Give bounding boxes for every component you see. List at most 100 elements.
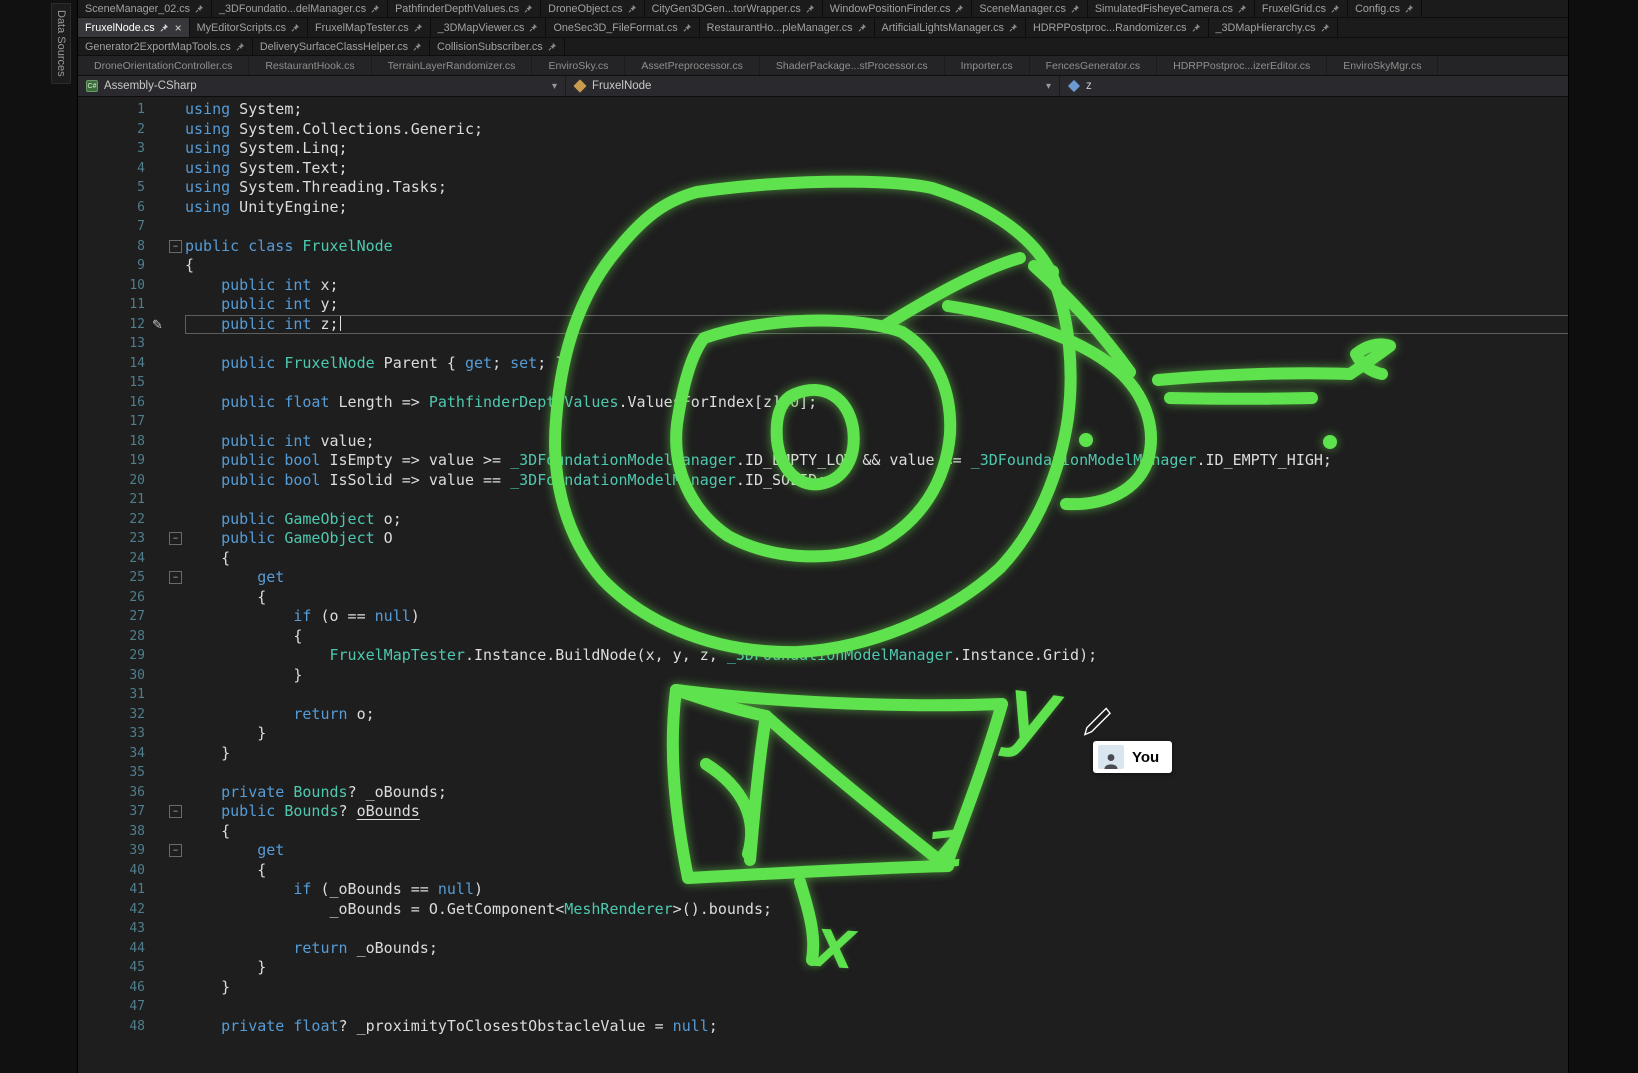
code-line-14[interactable]: 14 public FruxelNode Parent { get; set; …	[78, 354, 1638, 374]
code-line-48[interactable]: 48 private float? _proximityToClosestObs…	[78, 1017, 1638, 1037]
code-line-40[interactable]: 40 {	[78, 861, 1638, 881]
tab-hdrppostproc-izereditor-cs[interactable]: HDRPPostproc...izerEditor.cs	[1157, 56, 1327, 75]
code-line-32[interactable]: 32 return o;	[78, 705, 1638, 725]
code-token: x;	[311, 276, 338, 294]
tab-envirosky-cs[interactable]: EnviroSky.cs	[532, 56, 625, 75]
code-line-42[interactable]: 42 _oBounds = O.GetComponent<MeshRendere…	[78, 900, 1638, 920]
code-line-5[interactable]: 5using System.Threading.Tasks;	[78, 178, 1638, 198]
code-line-8[interactable]: 8−public class FruxelNode	[78, 237, 1638, 257]
gutter-margin	[152, 919, 185, 939]
fold-collapse-icon[interactable]: −	[169, 844, 182, 857]
code-line-16[interactable]: 16 public float Length => PathfinderDept…	[78, 393, 1638, 413]
code-line-43[interactable]: 43	[78, 919, 1638, 939]
tab--3dfoundatio-delmanager-cs[interactable]: _3DFoundatio...delManager.cs	[212, 0, 388, 17]
code-line-26[interactable]: 26 {	[78, 588, 1638, 608]
tab-fruxelnode-cs[interactable]: FruxelNode.cs×	[78, 18, 190, 37]
tab-deliverysurfaceclasshelper-cs[interactable]: DeliverySurfaceClassHelper.cs	[253, 38, 430, 55]
tab-myeditorscripts-cs[interactable]: MyEditorScripts.cs	[190, 18, 308, 37]
code-line-12[interactable]: 12✎ public int z;	[78, 315, 1638, 335]
code-line-25[interactable]: 25− get	[78, 568, 1638, 588]
tab-restauranthook-cs[interactable]: RestaurantHook.cs	[249, 56, 371, 75]
code-line-18[interactable]: 18 public int value;	[78, 432, 1638, 452]
tab-windowpositionfinder-cs[interactable]: WindowPositionFinder.cs	[823, 0, 973, 17]
code-line-28[interactable]: 28 {	[78, 627, 1638, 647]
code-line-31[interactable]: 31	[78, 685, 1638, 705]
line-number: 2	[78, 120, 152, 140]
tab-fruxelmaptester-cs[interactable]: FruxelMapTester.cs	[308, 18, 431, 37]
code-line-15[interactable]: 15	[78, 373, 1638, 393]
code-line-9[interactable]: 9{	[78, 256, 1638, 276]
code-line-23[interactable]: 23− public GameObject O	[78, 529, 1638, 549]
code-line-45[interactable]: 45 }	[78, 958, 1638, 978]
tab--3dmapviewer-cs[interactable]: _3DMapViewer.cs	[431, 18, 547, 37]
code-line-27[interactable]: 27 if (o == null)	[78, 607, 1638, 627]
code-line-30[interactable]: 30 }	[78, 666, 1638, 686]
code-line-41[interactable]: 41 if (_oBounds == null)	[78, 880, 1638, 900]
code-line-38[interactable]: 38 {	[78, 822, 1638, 842]
tab-restaurantho-plemanager-cs[interactable]: RestaurantHo...pleManager.cs	[700, 18, 875, 37]
code-line-35[interactable]: 35	[78, 763, 1638, 783]
code-line-10[interactable]: 10 public int x;	[78, 276, 1638, 296]
code-line-4[interactable]: 4using System.Text;	[78, 159, 1638, 179]
tab-config-cs[interactable]: Config.cs	[1348, 0, 1422, 17]
code-line-37[interactable]: 37− public Bounds? oBounds	[78, 802, 1638, 822]
pin-icon	[195, 3, 204, 14]
code-line-3[interactable]: 3using System.Linq;	[78, 139, 1638, 159]
tab--3dmaphierarchy-cs[interactable]: _3DMapHierarchy.cs	[1209, 18, 1338, 37]
tab-assetpreprocessor-cs[interactable]: AssetPreprocessor.cs	[625, 56, 760, 75]
code-editor[interactable]: 1using System;2using System.Collections.…	[78, 97, 1638, 1073]
type-dropdown[interactable]: FruxelNode ▾	[566, 76, 1060, 96]
fold-collapse-icon[interactable]: −	[169, 805, 182, 818]
code-line-1[interactable]: 1using System;	[78, 100, 1638, 120]
code-line-34[interactable]: 34 }	[78, 744, 1638, 764]
code-text	[185, 763, 1638, 783]
code-line-21[interactable]: 21	[78, 490, 1638, 510]
tab-onesec3d-fileformat-cs[interactable]: OneSec3D_FileFormat.cs	[546, 18, 699, 37]
code-line-36[interactable]: 36 private Bounds? _oBounds;	[78, 783, 1638, 803]
code-line-47[interactable]: 47	[78, 997, 1638, 1017]
fold-collapse-icon[interactable]: −	[169, 532, 182, 545]
code-line-19[interactable]: 19 public bool IsEmpty => value >= _3DFo…	[78, 451, 1638, 471]
member-dropdown[interactable]: z	[1060, 76, 1638, 96]
close-icon[interactable]: ×	[175, 22, 182, 34]
tab-collisionsubscriber-cs[interactable]: CollisionSubscriber.cs	[430, 38, 565, 55]
code-line-29[interactable]: 29 FruxelMapTester.Instance.BuildNode(x,…	[78, 646, 1638, 666]
tab-hdrppostproc-randomizer-cs[interactable]: HDRPPostproc...Randomizer.cs	[1026, 18, 1209, 37]
code-line-22[interactable]: 22 public GameObject o;	[78, 510, 1638, 530]
code-line-24[interactable]: 24 {	[78, 549, 1638, 569]
code-line-17[interactable]: 17	[78, 412, 1638, 432]
code-line-20[interactable]: 20 public bool IsSolid => value == _3DFo…	[78, 471, 1638, 491]
tab-fencesgenerator-cs[interactable]: FencesGenerator.cs	[1030, 56, 1158, 75]
fold-collapse-icon[interactable]: −	[169, 571, 182, 584]
code-token: UnityEngine;	[230, 198, 347, 216]
tab-scenemanager-cs[interactable]: SceneManager.cs	[972, 0, 1087, 17]
code-token: _3DFoundationModelManager	[510, 451, 736, 469]
code-line-2[interactable]: 2using System.Collections.Generic;	[78, 120, 1638, 140]
tab-citygen3dgen-torwrapper-cs[interactable]: CityGen3DGen...torWrapper.cs	[645, 0, 823, 17]
code-line-44[interactable]: 44 return _oBounds;	[78, 939, 1638, 959]
fold-collapse-icon[interactable]: −	[169, 240, 182, 253]
tab-importer-cs[interactable]: Importer.cs	[945, 56, 1030, 75]
tab-fruxelgrid-cs[interactable]: FruxelGrid.cs	[1255, 0, 1348, 17]
tab-shaderpackage-stprocessor-cs[interactable]: ShaderPackage...stProcessor.cs	[760, 56, 945, 75]
project-dropdown[interactable]: C# Assembly-CSharp ▾	[78, 76, 566, 96]
tab-artificiallightsmanager-cs[interactable]: ArtificialLightsManager.cs	[875, 18, 1026, 37]
tab-simulatedfisheyecamera-cs[interactable]: SimulatedFisheyeCamera.cs	[1088, 0, 1255, 17]
code-line-33[interactable]: 33 }	[78, 724, 1638, 744]
tab-generator2exportmaptools-cs[interactable]: Generator2ExportMapTools.cs	[78, 38, 253, 55]
code-line-6[interactable]: 6using UnityEngine;	[78, 198, 1638, 218]
code-line-7[interactable]: 7	[78, 217, 1638, 237]
tab-enviroskymgr-cs[interactable]: EnviroSkyMgr.cs	[1327, 56, 1438, 75]
code-line-13[interactable]: 13	[78, 334, 1638, 354]
tab-pathfinderdepthvalues-cs[interactable]: PathfinderDepthValues.cs	[388, 0, 541, 17]
code-line-39[interactable]: 39− get	[78, 841, 1638, 861]
code-line-46[interactable]: 46 }	[78, 978, 1638, 998]
tab-label: DroneOrientationController.cs	[94, 60, 232, 72]
tab-scenemanager-02-cs[interactable]: SceneManager_02.cs	[78, 0, 212, 17]
tab-label: OneSec3D_FileFormat.cs	[553, 22, 677, 34]
tab-droneorientationcontroller-cs[interactable]: DroneOrientationController.cs	[78, 56, 249, 75]
tab-terrainlayerrandomizer-cs[interactable]: TerrainLayerRandomizer.cs	[372, 56, 533, 75]
code-line-11[interactable]: 11 public int y;	[78, 295, 1638, 315]
data-sources-side-tab[interactable]: Data Sources	[51, 3, 71, 84]
tab-droneobject-cs[interactable]: DroneObject.cs	[541, 0, 644, 17]
